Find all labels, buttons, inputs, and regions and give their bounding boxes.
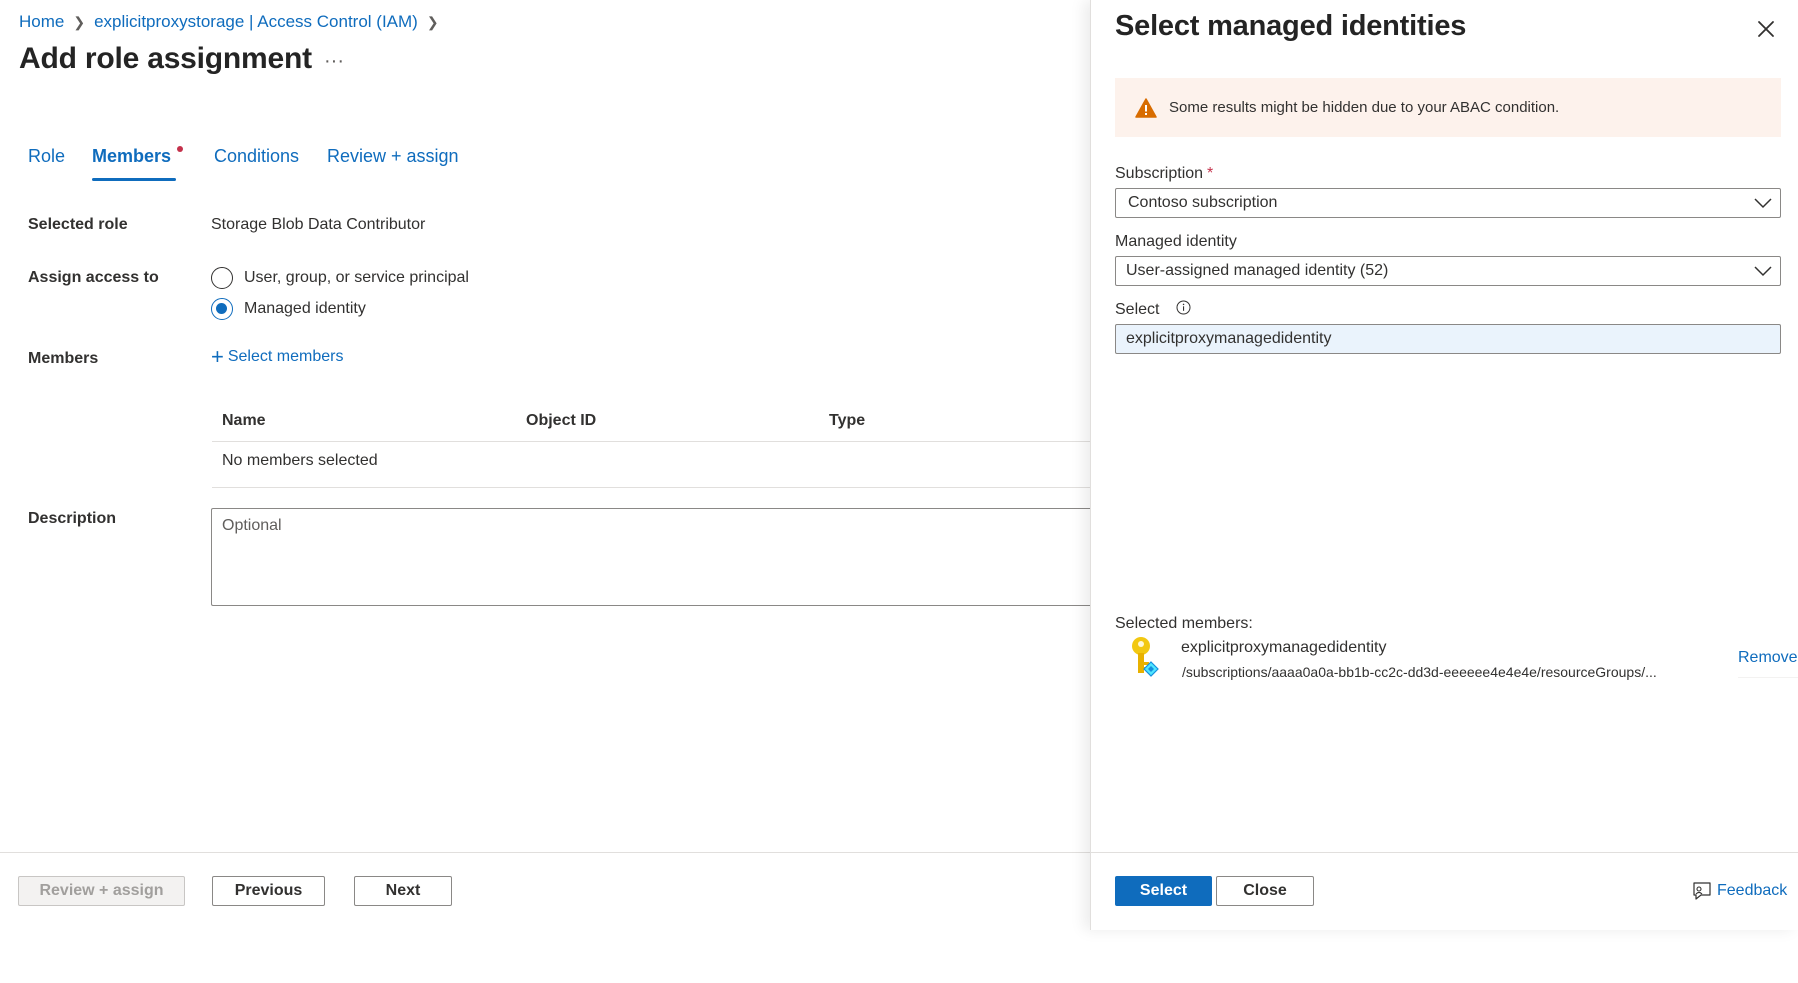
breadcrumb-iam-link[interactable]: explicitproxystorage | Access Control (I… bbox=[94, 12, 418, 32]
chevron-down-icon bbox=[1754, 196, 1772, 215]
members-table: Name Object ID Type No members selected bbox=[212, 400, 1090, 488]
select-label-text: Select bbox=[1115, 301, 1160, 319]
selected-role-label: Selected role bbox=[28, 216, 128, 233]
warning-text: Some results might be hidden due to your… bbox=[1169, 99, 1560, 116]
page-title: Add role assignment bbox=[19, 42, 312, 75]
footer-divider bbox=[0, 852, 1090, 853]
remove-member-link[interactable]: Remove bbox=[1738, 649, 1798, 678]
description-label: Description bbox=[28, 510, 117, 527]
tab-members-label: Members bbox=[92, 146, 172, 166]
radio-circle bbox=[211, 267, 233, 289]
assign-access-label: Assign access to bbox=[28, 269, 159, 286]
chevron-right-icon: ❯ bbox=[73, 13, 86, 30]
next-button[interactable]: Next bbox=[354, 876, 452, 906]
tab-review-assign[interactable]: Review + assign bbox=[327, 146, 459, 167]
tab-conditions[interactable]: Conditions bbox=[214, 146, 299, 167]
breadcrumb: Home ❯ explicitproxystorage | Access Con… bbox=[19, 12, 448, 32]
feedback-icon bbox=[1693, 882, 1711, 900]
radio-circle-selected bbox=[211, 298, 233, 320]
table-header-row: Name Object ID Type bbox=[212, 400, 1090, 442]
radio-user-group-sp[interactable]: User, group, or service principal bbox=[211, 267, 469, 289]
more-options-icon[interactable]: ··· bbox=[324, 50, 344, 73]
radio-label: Managed identity bbox=[244, 300, 366, 317]
radio-label: User, group, or service principal bbox=[244, 269, 469, 286]
selected-member-item: explicitproxymanagedidentity /subscripti… bbox=[1115, 636, 1798, 682]
select-button[interactable]: Select bbox=[1115, 876, 1212, 906]
previous-button[interactable]: Previous bbox=[212, 876, 325, 906]
chevron-down-icon bbox=[1754, 264, 1772, 283]
subscription-dropdown[interactable]: Contoso subscription bbox=[1115, 188, 1781, 218]
managed-identity-value: User-assigned managed identity (52) bbox=[1126, 262, 1389, 279]
close-icon[interactable] bbox=[1751, 14, 1781, 44]
review-assign-button[interactable]: Review + assign bbox=[18, 876, 185, 906]
select-members-link[interactable]: + Select members bbox=[211, 344, 344, 369]
column-header-object-id[interactable]: Object ID bbox=[526, 412, 596, 430]
panel-footer-divider bbox=[1091, 852, 1798, 853]
selected-role-value: Storage Blob Data Contributor bbox=[211, 216, 426, 233]
subscription-label-text: Subscription bbox=[1115, 165, 1204, 182]
select-label: Select bbox=[1115, 300, 1191, 320]
column-header-type[interactable]: Type bbox=[829, 412, 865, 430]
abac-warning-banner: Some results might be hidden due to your… bbox=[1115, 78, 1781, 137]
managed-identity-key-icon bbox=[1127, 636, 1163, 687]
feedback-link[interactable]: Feedback bbox=[1691, 880, 1787, 902]
subscription-label: Subscription * bbox=[1115, 165, 1213, 183]
managed-identity-label: Managed identity bbox=[1115, 233, 1237, 250]
table-row-empty: No members selected bbox=[212, 442, 1090, 488]
select-managed-identities-panel: Select managed identities Some results m… bbox=[1090, 0, 1798, 930]
validation-dot-icon bbox=[177, 146, 184, 152]
select-search-input[interactable]: explicitproxymanagedidentity bbox=[1115, 324, 1781, 354]
selected-member-name: explicitproxymanagedidentity bbox=[1181, 639, 1387, 656]
feedback-label: Feedback bbox=[1717, 882, 1788, 899]
close-button[interactable]: Close bbox=[1216, 876, 1314, 906]
select-members-label: Select members bbox=[227, 348, 344, 365]
warning-icon bbox=[1135, 97, 1157, 118]
subscription-value: Contoso subscription bbox=[1128, 194, 1278, 211]
radio-managed-identity[interactable]: Managed identity bbox=[211, 298, 366, 320]
plus-icon: + bbox=[211, 344, 224, 369]
selected-member-path: /subscriptions/aaaa0a0a-bb1b-cc2c-dd3d-e… bbox=[1182, 664, 1657, 680]
selected-members-label: Selected members: bbox=[1115, 615, 1253, 632]
tab-members[interactable]: Members bbox=[92, 146, 184, 181]
panel-title: Select managed identities bbox=[1115, 10, 1467, 42]
info-icon[interactable] bbox=[1176, 300, 1191, 320]
description-textarea[interactable]: Optional bbox=[211, 508, 1090, 606]
tab-role[interactable]: Role bbox=[28, 146, 65, 167]
required-marker: * bbox=[1207, 165, 1214, 182]
breadcrumb-home-link[interactable]: Home bbox=[19, 12, 64, 32]
chevron-right-icon: ❯ bbox=[426, 13, 439, 30]
managed-identity-dropdown[interactable]: User-assigned managed identity (52) bbox=[1115, 256, 1781, 286]
column-header-name[interactable]: Name bbox=[222, 412, 266, 430]
members-label: Members bbox=[28, 350, 99, 367]
